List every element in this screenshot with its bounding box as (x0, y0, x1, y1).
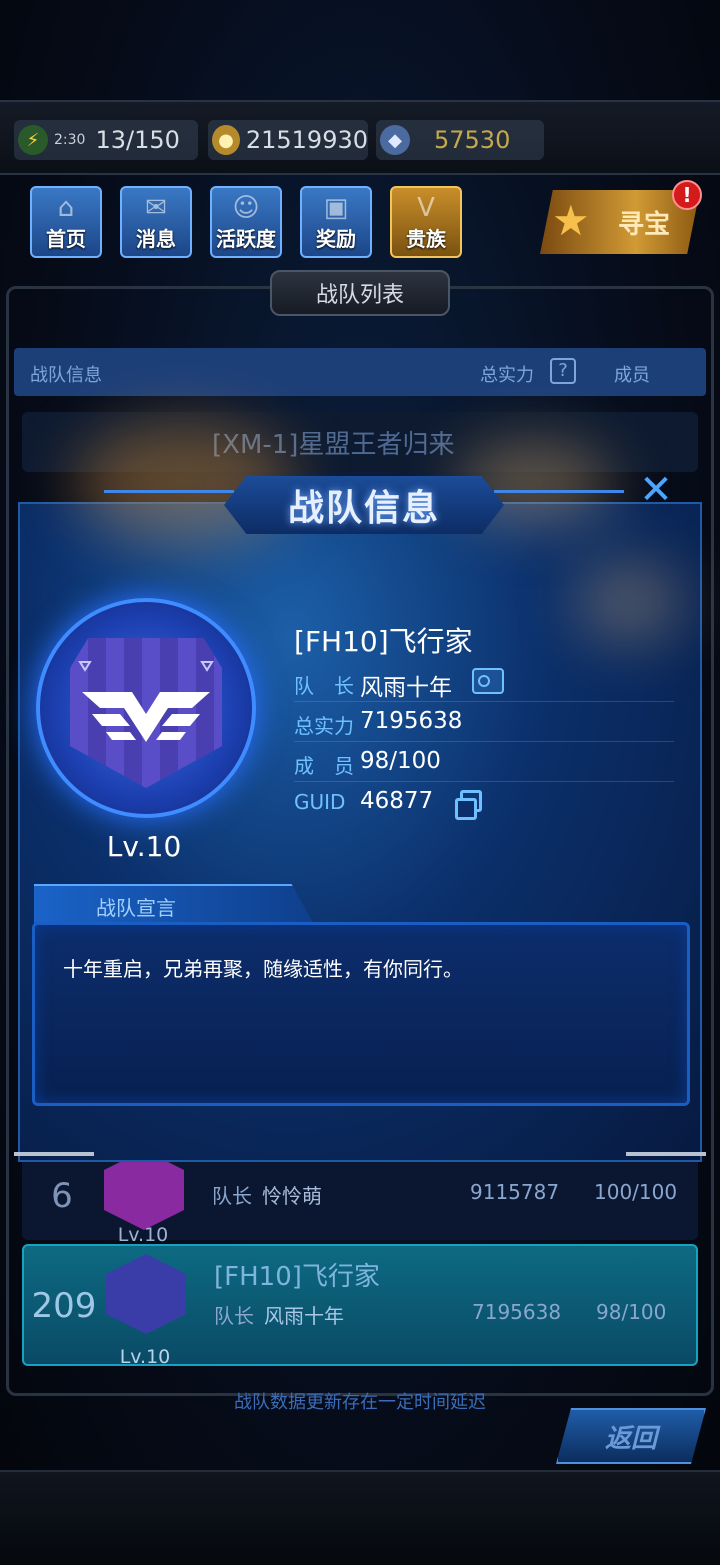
row-members: 100/100 (594, 1180, 678, 1204)
nav-noble-label: 贵族 (406, 227, 446, 251)
list-title: 战队列表 (270, 270, 450, 316)
close-icon[interactable]: ✕ (634, 468, 678, 512)
power-label: 总实力 (294, 714, 354, 738)
profile-card-icon[interactable] (472, 668, 504, 694)
energy-resource[interactable]: ⚡ 2:30 13/150 (14, 120, 198, 160)
nav-message-label: 消息 (136, 227, 176, 251)
header-info: 战队信息 (30, 365, 102, 386)
coin-resource[interactable]: ● 21519930 (208, 120, 368, 160)
row-members: 98/100 (596, 1300, 667, 1324)
row-rank: 209 (31, 1286, 97, 1326)
declaration-label: 战队宣言 (96, 896, 176, 920)
title-divider (494, 490, 624, 493)
row-power: 7195638 (472, 1300, 562, 1324)
energy-value: 13/150 (95, 126, 180, 154)
row-captain: 风雨十年 (264, 1304, 344, 1328)
gem-resource[interactable]: ◆ 57530 (376, 120, 544, 160)
notification-badge: ! (672, 180, 702, 210)
members-value: 98/100 (360, 748, 441, 774)
nav-reward-button[interactable]: ▣ 奖励 (300, 186, 372, 258)
gem-icon: ◆ (380, 125, 410, 155)
treasure-label: 寻宝 (617, 209, 670, 240)
team-emblem-icon (106, 1254, 186, 1334)
row-captain-label: 队长 (212, 1184, 252, 1208)
coin-value: 21519930 (245, 126, 368, 154)
team-emblem-icon (104, 1150, 184, 1230)
nav-noble-button[interactable]: V 贵族 (390, 186, 462, 258)
lightning-icon: ⚡ (18, 125, 48, 155)
nav-home-label: 首页 (46, 227, 86, 251)
power-value: 7195638 (360, 708, 463, 734)
guid-label: GUID (294, 790, 346, 814)
energy-timer: 2:30 (54, 132, 86, 148)
resource-bar: ⚡ 2:30 13/150 ● 21519930 ◆ 57530 (0, 100, 720, 175)
header-power: 总实力 (480, 365, 534, 386)
members-row: 成 员 98/100 (294, 746, 674, 782)
mail-icon: ✉ (145, 193, 167, 223)
team-name: [FH10]飞行家 (294, 625, 473, 658)
row-captain: 怜怜萌 (262, 1184, 322, 1208)
row-captain-label: 队长 (214, 1304, 254, 1328)
captain-label: 队 长 (294, 674, 354, 698)
list-header: 战队信息 总实力 ? 成员 (14, 348, 706, 396)
captain-row: 队 长 风雨十年 (294, 666, 674, 702)
noble-icon: V (417, 193, 435, 223)
row-level: Lv.10 (117, 1224, 169, 1246)
gem-value: 57530 (434, 126, 511, 154)
row-rank: 6 (51, 1176, 73, 1216)
bottom-frame (0, 1470, 720, 1565)
modal-title: 战队信息 (287, 488, 440, 529)
star-plane-icon: ★ (552, 196, 590, 245)
home-icon: ⌂ (57, 193, 75, 223)
members-label: 成 员 (294, 754, 354, 778)
title-divider (104, 490, 234, 493)
declaration-tab: 战队宣言 (34, 884, 314, 924)
nav-home-button[interactable]: ⌂ 首页 (30, 186, 102, 258)
guid-row: GUID 46877 (294, 786, 674, 822)
wings-emblem-icon (78, 661, 214, 742)
back-button[interactable]: 返回 (556, 1408, 706, 1464)
gift-icon: ▣ (323, 193, 349, 223)
declaration-box: 十年重启，兄弟再聚，随缘适性，有你同行。 (32, 922, 690, 1106)
declaration-text: 十年重启，兄弟再聚，随缘适性，有你同行。 (63, 957, 463, 981)
smile-icon: ☺ (232, 193, 260, 223)
team-info-modal: 战队信息 ✕ Lv.10 [FH10]飞行家 队 长 风雨十年 总实力 7195… (14, 422, 706, 1162)
row-power: 9115787 (470, 1180, 560, 1204)
team-level: Lv.10 (106, 830, 182, 863)
modal-title-bar: 战队信息 (224, 476, 504, 534)
header-members: 成员 (614, 365, 650, 386)
glow-effect (574, 562, 684, 642)
coin-icon: ● (212, 125, 240, 155)
nav-activity-label: 活跃度 (216, 227, 276, 251)
nav-reward-label: 奖励 (316, 227, 356, 251)
frame-corner (626, 1126, 706, 1156)
table-row[interactable]: 6 队长 怜怜萌 9115787 100/100 Lv.10 (22, 1150, 698, 1246)
nav-activity-button[interactable]: ☺ 活跃度 (210, 186, 282, 258)
help-icon[interactable]: ? (550, 358, 576, 384)
frame-corner (14, 1126, 94, 1156)
row-level: Lv.10 (119, 1346, 171, 1368)
nav-message-button[interactable]: ✉ 消息 (120, 186, 192, 258)
power-row: 总实力 7195638 (294, 706, 674, 742)
copy-icon[interactable] (455, 790, 482, 820)
captain-value: 风雨十年 (360, 675, 452, 701)
row-team-name: [FH10]飞行家 (214, 1262, 380, 1292)
guid-value: 46877 (360, 788, 434, 814)
table-row-highlighted[interactable]: 209 [FH10]飞行家 队长 风雨十年 7195638 98/100 Lv.… (22, 1244, 698, 1368)
